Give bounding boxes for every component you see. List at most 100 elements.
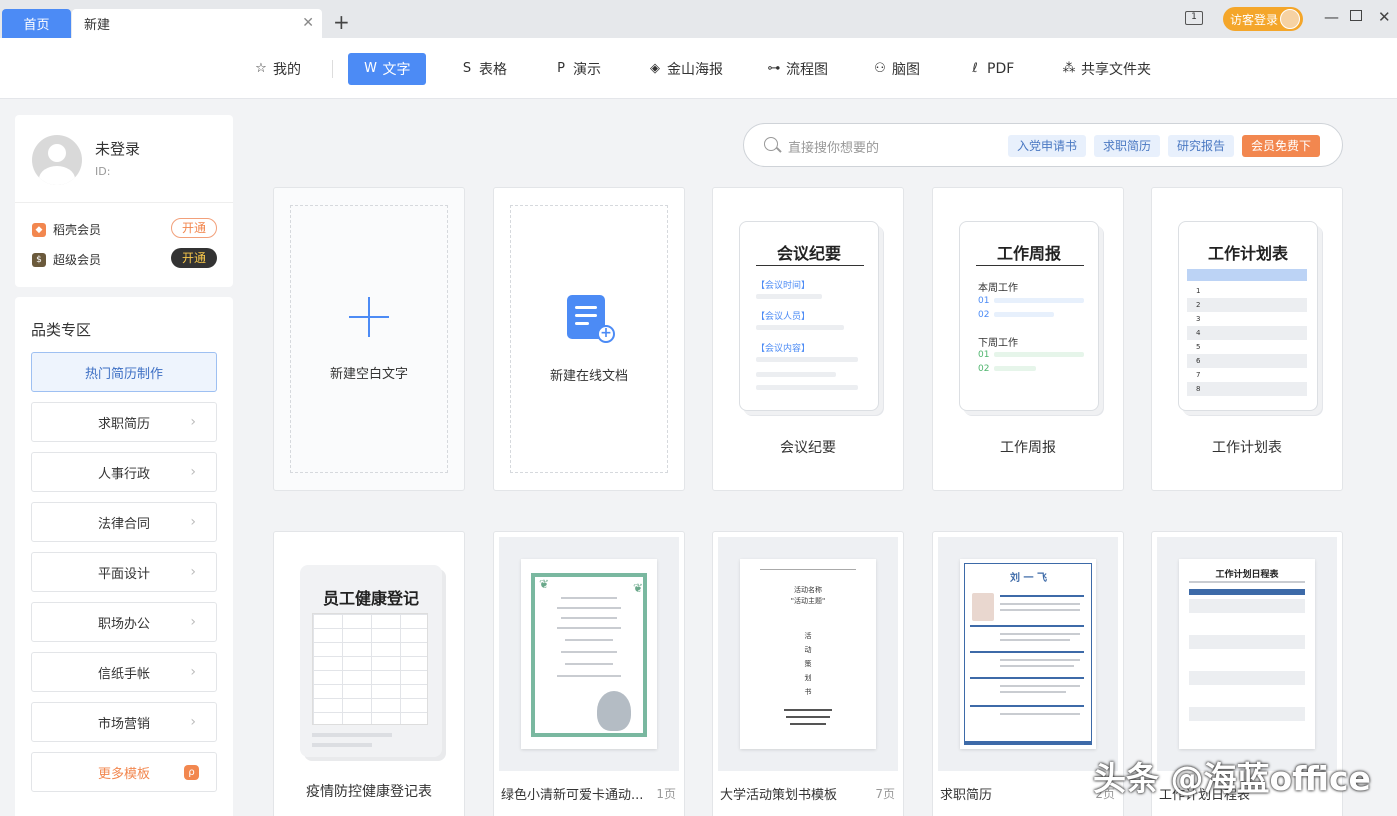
template-preview: 工作周报 本周工作 01 02 下周工作 01 02	[959, 221, 1099, 411]
preview-line: "活动主题"	[790, 597, 826, 605]
template-preview: 员工健康登记	[300, 565, 442, 757]
minimize-icon[interactable]: —	[1324, 8, 1339, 26]
new-blank-document-card[interactable]: 新建空白文字	[273, 187, 465, 491]
template-name: 工作周报	[1000, 440, 1056, 456]
close-icon[interactable]: ✕	[302, 15, 314, 31]
membership-docer: ◆ 稻壳会员	[32, 221, 101, 238]
new-blank-label: 新建空白文字	[329, 366, 408, 382]
tab-new-label: 新建	[84, 18, 111, 33]
category-nav: ☆ 我的 W 文字 S 表格 P 演示 ◈ 金山海报 ⊶ 流程图 ⚇ 脑图 ℓ PDF ⁂ 共享文…	[0, 38, 1397, 99]
campus-plan-preview: 活动名称 "活动主题" 活 动 策 划 书	[740, 559, 876, 749]
window-count-label: 1	[1191, 12, 1197, 22]
nav-item-writer[interactable]: W 文字	[348, 53, 426, 85]
schedule-preview: 工作计划日程表	[1179, 559, 1315, 749]
template-card-weekly[interactable]: 工作周报 本周工作 01 02 下周工作 01 02 工作周报	[932, 187, 1124, 491]
page-count: 1页	[656, 787, 676, 801]
open-super-button[interactable]: 开通	[171, 248, 217, 268]
membership-label: 稻壳会员	[53, 223, 102, 237]
template-card-plan[interactable]: 工作计划表 1 2 3 4 5 6 7 8 工作计划表	[1151, 187, 1343, 491]
template-preview: 工作计划表 1 2 3 4 5 6 7 8	[1178, 221, 1318, 411]
close-window-icon[interactable]: ✕	[1378, 8, 1391, 26]
preview-number: 01	[978, 350, 990, 360]
tab-home[interactable]: 首页	[2, 9, 71, 38]
user-name[interactable]: 未登录	[95, 138, 140, 159]
online-document-icon: +	[565, 294, 615, 343]
window-count-icon[interactable]: 1	[1185, 11, 1203, 25]
category-item[interactable]: 职场办公 ›	[31, 602, 217, 642]
nav-item-presentation[interactable]: P 演示	[544, 53, 611, 85]
preview-row: 4	[1187, 326, 1307, 340]
category-label: 求职简历	[97, 416, 150, 432]
pdf-icon: ℓ	[972, 61, 978, 76]
title-bar: 首页 新建 ✕ + 1 访客登录 — ✕	[0, 0, 1397, 38]
nav-label: 金山海报	[667, 62, 723, 78]
nav-label: 共享文件夹	[1081, 62, 1151, 78]
category-item[interactable]: 平面设计 ›	[31, 552, 217, 592]
tab-new[interactable]: 新建 ✕	[72, 9, 322, 38]
add-tab-icon[interactable]: +	[333, 12, 350, 32]
category-label: 平面设计	[97, 566, 150, 582]
preview-row: 2	[1187, 298, 1307, 312]
nav-label: 表格	[479, 62, 507, 78]
preview-section: 下周工作	[978, 338, 1018, 349]
template-name: 疫情防控健康登记表	[306, 784, 432, 800]
template-name: 求职简历	[940, 788, 993, 803]
template-card-meeting[interactable]: 会议纪要 【会议时间】 【会议人员】 【会议内容】 会议纪要	[712, 187, 904, 491]
visitor-login-button[interactable]: 访客登录	[1223, 7, 1303, 31]
flowchart-icon: ⊶	[767, 61, 781, 76]
writer-icon: W	[364, 61, 377, 76]
preview-number: 02	[978, 310, 990, 320]
nav-item-mindmap[interactable]: ⚇ 脑图	[863, 53, 930, 85]
tab-home-label: 首页	[23, 18, 50, 33]
template-preview: 会议纪要 【会议时间】 【会议人员】 【会议内容】	[739, 221, 879, 411]
more-templates-label: 更多模板	[97, 766, 150, 782]
search-tag[interactable]: 研究报告	[1168, 135, 1235, 157]
category-item[interactable]: 人事行政 ›	[31, 452, 217, 492]
preview-title: 工作计划表	[1207, 244, 1288, 263]
search-tag[interactable]: 入党申请书	[1008, 135, 1087, 157]
preview-char: 划	[804, 674, 812, 682]
template-thumbnail: 刘 一 飞	[938, 537, 1118, 771]
preview-row: 1	[1196, 287, 1201, 295]
nav-item-pdf[interactable]: ℓ PDF	[958, 53, 1024, 85]
template-name: 大学活动策划书模板	[720, 788, 838, 803]
nav-item-flowchart[interactable]: ⊶ 流程图	[757, 53, 838, 85]
nav-label: 流程图	[786, 62, 828, 78]
maximize-icon[interactable]	[1350, 10, 1362, 21]
page-count: 7页	[875, 787, 895, 801]
template-thumbnail: ❦ ❦	[499, 537, 679, 771]
divider	[15, 202, 233, 203]
plus-icon	[349, 296, 389, 337]
chevron-right-icon: ›	[190, 414, 196, 430]
new-blank-area: 新建空白文字	[290, 205, 448, 473]
nav-item-poster[interactable]: ◈ 金山海报	[638, 53, 733, 85]
spreadsheet-icon: S	[462, 61, 472, 76]
super-member-icon: $	[32, 252, 46, 267]
search-tag[interactable]: 求职简历	[1094, 135, 1161, 157]
category-item[interactable]: 市场营销 ›	[31, 702, 217, 742]
koala-icon	[597, 691, 631, 731]
template-card-green-letter[interactable]: ❦ ❦ 绿色小清新可爱卡通动... 1页	[493, 531, 685, 816]
presentation-icon: P	[557, 61, 565, 76]
preview-person: 刘 一 飞	[1010, 573, 1047, 584]
vip-free-tag[interactable]: 会员免费下	[1242, 135, 1321, 157]
nav-item-spreadsheet[interactable]: S 表格	[450, 53, 517, 85]
nav-item-mine[interactable]: ☆ 我的	[244, 53, 311, 85]
preview-line: 活动名称	[794, 586, 822, 594]
template-card-campus-plan[interactable]: 活动名称 "活动主题" 活 动 策 划 书 大学活动策划书模板 7页	[712, 531, 904, 816]
preview-row: 3	[1196, 315, 1201, 323]
category-hot-resume[interactable]: 热门简历制作	[31, 352, 217, 392]
more-templates-button[interactable]: 更多模板 ρ	[31, 752, 217, 792]
category-item[interactable]: 求职简历 ›	[31, 402, 217, 442]
avatar[interactable]	[32, 135, 82, 185]
template-card-health[interactable]: 员工健康登记 疫情防控健康登记表	[273, 531, 465, 816]
search-input[interactable]: 直接搜你想要的	[788, 137, 879, 156]
nav-divider	[332, 60, 333, 78]
nav-item-share-folder[interactable]: ⁂ 共享文件夹	[1052, 53, 1161, 85]
mindmap-icon: ⚇	[874, 61, 886, 76]
category-item[interactable]: 信纸手帐 ›	[31, 652, 217, 692]
new-online-document-card[interactable]: + 新建在线文档	[493, 187, 685, 491]
category-item[interactable]: 法律合同 ›	[31, 502, 217, 542]
preview-section: 本周工作	[978, 283, 1018, 294]
open-docer-button[interactable]: 开通	[171, 218, 217, 238]
